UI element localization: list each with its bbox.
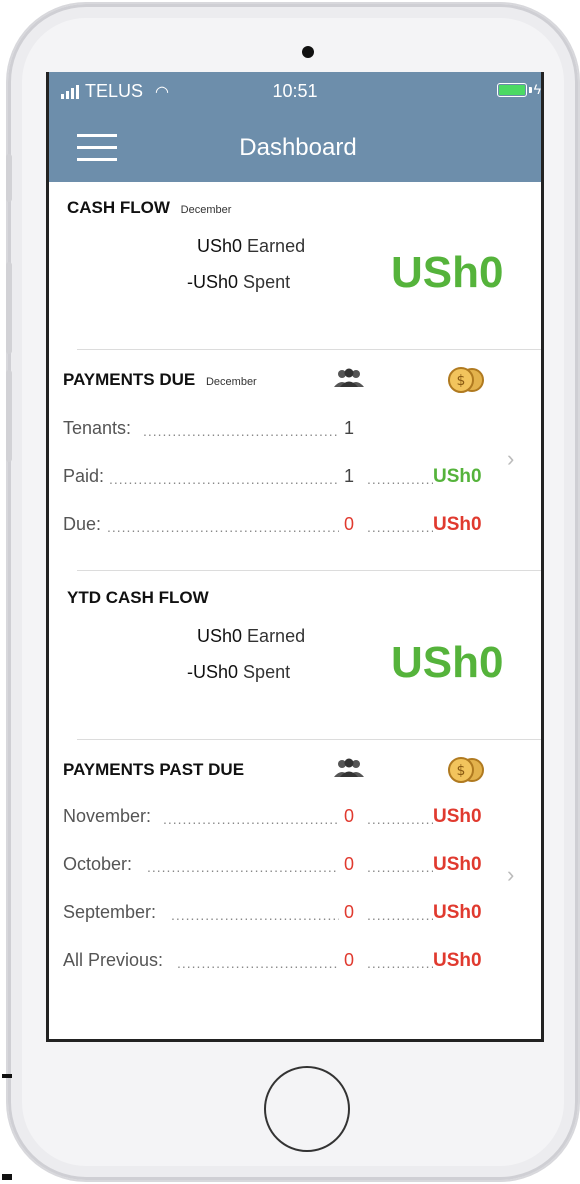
coins-icon: $ xyxy=(448,367,484,393)
divider xyxy=(77,349,541,350)
cash-flow-total: USh0 xyxy=(391,248,504,297)
edge-mark xyxy=(2,1074,12,1078)
cash-flow-earned: USh0 Earned xyxy=(197,236,306,256)
payments-past-due-chevron-icon[interactable]: › xyxy=(507,862,514,888)
tenants-icon xyxy=(334,758,364,777)
cash-flow-spent: -USh0 Spent xyxy=(187,272,291,292)
page-title: Dashboard xyxy=(239,134,357,161)
ytd-cash-flow-title: YTD CASH FLOW xyxy=(67,588,209,607)
payments-past-due-header[interactable]: PAYMENTS PAST DUE xyxy=(63,760,244,780)
tenants-icon xyxy=(334,368,364,387)
app-screen: TELUS ◠ 10:51 ϟ Dashboard CASH FLOW Dece… xyxy=(46,72,544,1042)
coins-icon: $ xyxy=(448,757,484,783)
past-due-row-october[interactable]: October: ...............................… xyxy=(63,854,503,880)
past-due-row-september[interactable]: September: .............................… xyxy=(63,902,503,928)
volume-up-button xyxy=(6,262,12,354)
home-button[interactable] xyxy=(264,1066,350,1152)
status-bar: TELUS ◠ 10:51 ϟ xyxy=(49,72,541,112)
charging-icon: ϟ xyxy=(533,81,541,97)
divider xyxy=(77,570,541,571)
ytd-cash-flow-header: YTD CASH FLOW xyxy=(67,588,209,608)
battery-icon xyxy=(497,83,527,97)
navigation-bar: Dashboard xyxy=(49,112,541,182)
svg-text:$: $ xyxy=(457,373,466,389)
edge-mark xyxy=(2,1174,12,1180)
payments-due-row-paid[interactable]: Paid: ..................................… xyxy=(63,466,503,492)
cash-flow-month: December xyxy=(180,204,232,216)
status-time: 10:51 xyxy=(272,81,318,101)
svg-text:$: $ xyxy=(457,763,466,779)
divider xyxy=(77,739,541,740)
volume-down-button xyxy=(6,370,12,462)
payments-due-row-due[interactable]: Due: ...................................… xyxy=(63,514,503,540)
payments-due-month: December xyxy=(205,376,257,388)
silent-switch xyxy=(6,154,12,202)
front-camera xyxy=(302,46,314,58)
cash-flow-title: CASH FLOW xyxy=(67,198,170,217)
payments-due-row-tenants[interactable]: Tenants: ...............................… xyxy=(63,418,503,444)
payments-past-due-title: PAYMENTS PAST DUE xyxy=(63,760,245,779)
cash-flow-header: CASH FLOW December xyxy=(67,198,231,218)
payments-due-chevron-icon[interactable]: › xyxy=(507,446,514,472)
payments-due-header[interactable]: PAYMENTS DUE December xyxy=(63,370,257,390)
ytd-total: USh0 xyxy=(391,638,504,687)
ytd-spent: -USh0 Spent xyxy=(187,662,291,682)
past-due-row-all-previous[interactable]: All Previous: ..........................… xyxy=(63,950,503,976)
payments-due-title: PAYMENTS DUE xyxy=(63,370,196,389)
ytd-earned: USh0 Earned xyxy=(197,626,306,646)
past-due-row-november[interactable]: November: ..............................… xyxy=(63,806,503,832)
